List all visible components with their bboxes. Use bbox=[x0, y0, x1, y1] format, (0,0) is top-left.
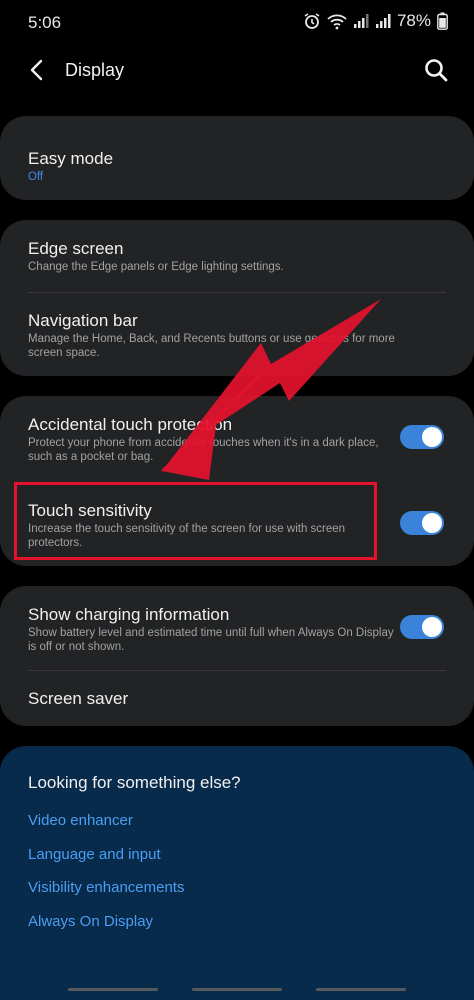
wifi-icon bbox=[327, 12, 347, 30]
touch-card: Accidental touch protection Protect your… bbox=[0, 396, 474, 566]
touch-sensitivity-toggle[interactable] bbox=[400, 511, 444, 535]
app-header: Display bbox=[0, 44, 474, 96]
nav-hint-recents bbox=[68, 988, 158, 991]
status-bar: 5:06 78% bbox=[0, 0, 474, 44]
suggestions-title: Looking for something else? bbox=[28, 773, 241, 792]
charging-screensaver-card: Show charging information Show battery l… bbox=[0, 586, 474, 726]
status-icons: 78% bbox=[303, 11, 448, 31]
edge-navigation-card: Edge screen Change the Edge panels or Ed… bbox=[0, 220, 474, 376]
status-time: 5:06 bbox=[28, 13, 62, 32]
nav-hint-home bbox=[192, 988, 282, 991]
battery-icon bbox=[437, 12, 448, 30]
easy-mode-card: Easy mode Off bbox=[0, 116, 474, 200]
toggle-knob bbox=[422, 427, 442, 447]
charging-info-subtitle: Show battery level and estimated time un… bbox=[28, 627, 394, 653]
page-title: Display bbox=[65, 60, 125, 80]
easy-mode-row[interactable]: Easy mode Off bbox=[0, 116, 474, 200]
signal-icon-2 bbox=[375, 13, 391, 29]
charging-info-title: Show charging information bbox=[28, 605, 230, 624]
suggestions-card: Looking for something else? Video enhanc… bbox=[0, 746, 474, 1000]
chevron-left-icon bbox=[30, 59, 43, 81]
charging-info-row[interactable]: Show charging information Show battery l… bbox=[0, 586, 474, 670]
accidental-touch-row[interactable]: Accidental touch protection Protect your… bbox=[0, 396, 474, 480]
search-icon bbox=[425, 59, 448, 82]
navigation-bar-row[interactable]: Navigation bar Manage the Home, Back, an… bbox=[0, 293, 474, 376]
navigation-bar-subtitle: Manage the Home, Back, and Recents butto… bbox=[28, 333, 395, 359]
easy-mode-title: Easy mode bbox=[28, 149, 114, 168]
screen-saver-title: Screen saver bbox=[28, 689, 129, 708]
suggestion-link-language-input[interactable]: Language and input bbox=[28, 846, 161, 863]
suggestion-link-video-enhancer[interactable]: Video enhancer bbox=[28, 812, 133, 829]
accidental-touch-toggle[interactable] bbox=[400, 425, 444, 449]
touch-sensitivity-subtitle: Increase the touch sensitivity of the sc… bbox=[28, 523, 346, 549]
nav-hint-back bbox=[316, 988, 406, 991]
accidental-touch-title: Accidental touch protection bbox=[28, 415, 233, 434]
alarm-icon bbox=[303, 12, 321, 30]
toggle-knob bbox=[422, 617, 442, 637]
back-button[interactable] bbox=[24, 56, 52, 84]
suggestion-link-visibility[interactable]: Visibility enhancements bbox=[28, 879, 184, 896]
screen-saver-row[interactable]: Screen saver bbox=[0, 671, 474, 726]
navigation-bar-title: Navigation bar bbox=[28, 311, 138, 330]
touch-sensitivity-title: Touch sensitivity bbox=[28, 501, 152, 520]
toggle-knob bbox=[422, 513, 442, 533]
suggestion-link-always-on-display[interactable]: Always On Display bbox=[28, 913, 153, 930]
touch-sensitivity-row[interactable]: Touch sensitivity Increase the touch sen… bbox=[0, 482, 474, 566]
accidental-touch-subtitle: Protect your phone from accidental touch… bbox=[28, 437, 379, 463]
edge-screen-row[interactable]: Edge screen Change the Edge panels or Ed… bbox=[0, 220, 474, 292]
battery-percentage: 78% bbox=[396, 11, 431, 30]
edge-screen-title: Edge screen bbox=[28, 239, 124, 258]
easy-mode-value: Off bbox=[28, 171, 44, 183]
signal-icon bbox=[353, 13, 369, 29]
edge-screen-subtitle: Change the Edge panels or Edge lighting … bbox=[28, 261, 284, 273]
search-button[interactable] bbox=[422, 56, 450, 84]
charging-info-toggle[interactable] bbox=[400, 615, 444, 639]
